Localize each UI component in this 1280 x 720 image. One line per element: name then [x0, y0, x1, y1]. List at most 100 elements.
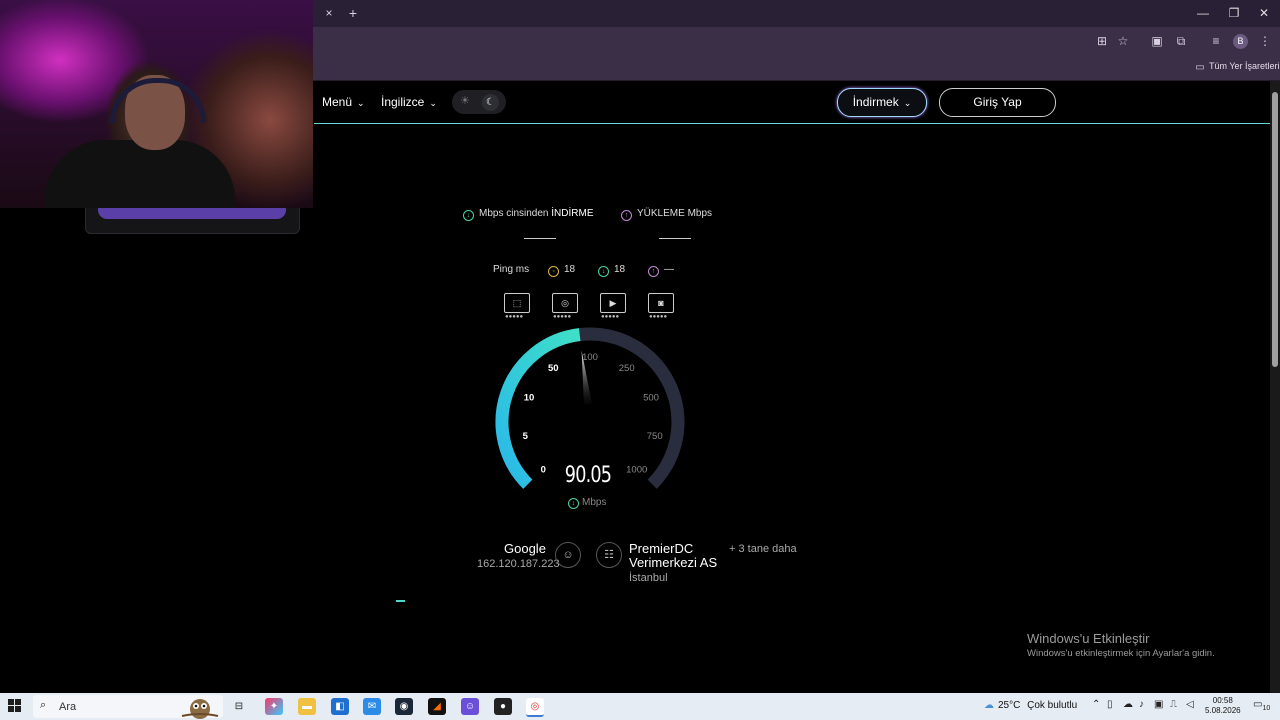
new-tab-icon[interactable]: + — [345, 5, 361, 21]
download-label: İndirmek — [852, 95, 899, 109]
download-tab[interactable]: ↓ Mbps cinsinden İNDİRME — [463, 208, 594, 221]
outlook-icon[interactable]: ✉ — [363, 698, 381, 715]
menu-label: Menü — [322, 95, 353, 109]
speed-unit: ↓ Mbps — [568, 497, 606, 509]
store-icon[interactable]: ◧ — [331, 698, 349, 715]
host-name-line2[interactable]: Verimerkezi AS — [629, 555, 717, 570]
moon-icon: ☾ — [482, 94, 499, 111]
steam-icon[interactable]: ◉ — [395, 698, 413, 715]
activation-watermark-title: Windows'u Etkinleştir — [1027, 631, 1150, 646]
isp-ip: 162.120.187.223 — [477, 558, 560, 570]
speed-unit-label: Mbps — [582, 497, 607, 508]
host-name-line1[interactable]: PremierDC — [629, 541, 693, 556]
display-icon[interactable]: ▣ — [1154, 699, 1163, 710]
gauge-tick-label: 750 — [647, 431, 663, 442]
media-app-icon[interactable]: ◢ — [428, 698, 446, 715]
gaming-icon[interactable]: ◎ — [552, 293, 578, 313]
gauge-tick-label: 50 — [548, 363, 559, 374]
clock[interactable]: 00:58 5.08.2026 — [1205, 696, 1241, 716]
ping-label: Ping ms — [493, 264, 530, 275]
speed-value: 90.05 — [564, 463, 612, 488]
scrollbar-thumb[interactable] — [1272, 92, 1278, 367]
tab-close-icon[interactable]: × — [321, 5, 337, 21]
windows-start-icon[interactable] — [8, 699, 22, 713]
ping-upload: ↑ — — [648, 264, 674, 277]
more-icon[interactable]: ⋮ — [1257, 33, 1273, 49]
media-icon[interactable]: ≡ — [1208, 33, 1224, 49]
search-icon: ⌕ — [40, 699, 47, 711]
gauge-tick-label: 5 — [523, 431, 529, 442]
upload-tab-underline — [659, 238, 691, 239]
user-icon: ☺ — [555, 542, 581, 568]
gauge-tick-label: 10 — [524, 393, 535, 404]
streaming-rating-dots: ●●●●● — [601, 314, 620, 320]
owl-icon — [181, 699, 219, 719]
idle-ping-icon: ◦ — [548, 266, 559, 277]
login-button[interactable]: Giriş Yap — [939, 88, 1056, 117]
folder-icon: ▭ — [1195, 62, 1205, 73]
close-window-button[interactable]: ✕ — [1254, 5, 1274, 21]
download-tab-strong: İNDİRME — [551, 208, 594, 219]
network-icon[interactable]: ⎍ — [1170, 699, 1177, 710]
obs-icon[interactable]: ● — [494, 698, 512, 715]
chevron-up-icon[interactable]: ⌃ — [1092, 699, 1100, 710]
isp-name: Google — [504, 541, 546, 556]
all-bookmarks-link[interactable]: Tüm Yer İşaretleri — [1209, 61, 1280, 71]
more-servers-link[interactable]: + 3 tane daha — [729, 543, 797, 555]
menu-dropdown[interactable]: Menü ⌄ — [322, 95, 365, 109]
file-explorer-icon[interactable]: ▬ — [298, 698, 316, 715]
restore-button[interactable]: ❐ — [1224, 5, 1244, 21]
notification-count: 10 — [1262, 705, 1271, 712]
progress-indicator — [396, 600, 405, 602]
notification-icon[interactable]: ▭10 — [1253, 699, 1270, 712]
chevron-down-icon: ⌄ — [429, 98, 437, 108]
ping-idle: ◦ 18 — [548, 264, 575, 277]
upload-tab-label: YÜKLEME Mbps — [637, 208, 713, 219]
server-icon[interactable]: ☷ — [596, 542, 622, 568]
clock-time: 00:58 — [1212, 696, 1233, 705]
gauge-fill — [495, 328, 581, 489]
search-placeholder: Ara — [59, 701, 77, 713]
chevron-down-icon: ⌄ — [903, 98, 912, 108]
language-dropdown[interactable]: İngilizce ⌄ — [381, 95, 437, 109]
task-view-icon[interactable]: ⊟ — [230, 698, 248, 715]
download-tab-underline — [524, 238, 556, 239]
webcam-person-body — [45, 140, 235, 208]
sun-icon: ☀ — [460, 95, 470, 107]
download-arrow-icon: ↓ — [568, 498, 579, 509]
chrome-icon[interactable]: ◎ — [526, 698, 544, 717]
streaming-icon[interactable]: ▶ — [600, 293, 626, 313]
volume-icon[interactable]: ◁ — [1186, 699, 1194, 710]
taskbar: ⌕ Ara ⊟ ✦ ▬ ◧ ✉ ◉ ◢ ☺ ● ◎ ☁ 25°C Çok bulu… — [0, 693, 1280, 720]
weather-widget[interactable]: ☁ 25°C Çok bulutlu — [984, 700, 1077, 711]
ping-download-value: 18 — [614, 264, 626, 275]
ping-idle-value: 18 — [564, 264, 576, 275]
cloud-icon: ☁ — [984, 700, 994, 711]
upload-arrow-icon: ↑ — [648, 266, 659, 277]
star-icon[interactable]: ☆ — [1115, 33, 1131, 49]
discord-icon[interactable]: ☺ — [461, 698, 479, 715]
weather-desc: Çok bulutlu — [1027, 700, 1078, 711]
minimize-button[interactable]: — — [1193, 5, 1213, 21]
video-call-icon[interactable]: ◙ — [648, 293, 674, 313]
gauge-tick-labels: 0 5 10 50 100 250 500 750 1000 — [523, 352, 663, 476]
copilot-icon[interactable]: ✦ — [265, 698, 283, 715]
download-app-button[interactable]: İndirmek ⌄ — [837, 88, 927, 117]
extensions-icon[interactable]: ⧉ — [1173, 33, 1189, 49]
upload-tab[interactable]: ↑ YÜKLEME Mbps — [621, 208, 712, 221]
browsing-icon[interactable]: ⬚ — [504, 293, 530, 313]
onedrive-icon[interactable]: ☁ — [1123, 699, 1133, 710]
gauge-tick-label: 500 — [643, 393, 659, 404]
headphones-shape — [110, 78, 206, 123]
profile-avatar[interactable]: B — [1233, 34, 1248, 49]
microphone-icon[interactable]: ♪ — [1139, 699, 1144, 710]
weather-temp: 25°C — [998, 700, 1021, 711]
translate-icon[interactable]: ⊞ — [1094, 33, 1110, 49]
tray-app-icon[interactable]: ▯ — [1107, 699, 1113, 710]
download-arrow-icon: ↓ — [463, 210, 474, 221]
ping-download: ↓ 18 — [598, 264, 625, 277]
theme-toggle[interactable]: ☀ ☾ — [452, 90, 506, 114]
gauge-tick-label: 250 — [619, 363, 635, 374]
apps-icon[interactable]: ▣ — [1149, 33, 1165, 49]
webcam-overlay — [0, 0, 313, 208]
